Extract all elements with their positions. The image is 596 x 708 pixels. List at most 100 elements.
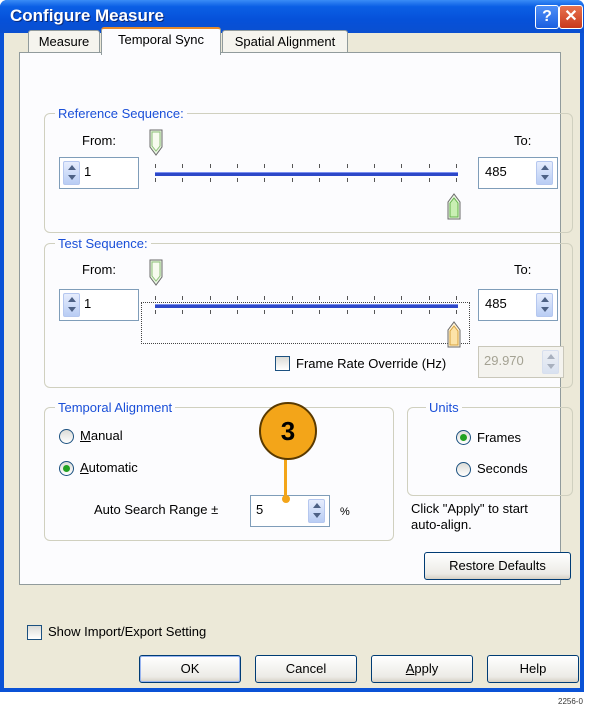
- percent-label: %: [340, 506, 350, 518]
- to-thumb-icon[interactable]: [447, 192, 461, 220]
- frame-rate-override-label: Frame Rate Override (Hz): [296, 356, 447, 371]
- reference-range-slider[interactable]: [149, 129, 461, 220]
- apply-button[interactable]: Apply: [371, 655, 473, 683]
- title-bar[interactable]: Configure Measure ? ✕: [0, 0, 584, 33]
- slider-ticks: [155, 296, 458, 316]
- slider-tick: [429, 178, 430, 182]
- tab-measure[interactable]: Measure: [28, 30, 100, 53]
- slider-tick: [429, 164, 430, 168]
- frames-radio[interactable]: [456, 430, 471, 445]
- restore-defaults-button[interactable]: Restore Defaults: [424, 552, 571, 580]
- manual-label: Manual: [80, 428, 123, 443]
- test-from-spinner[interactable]: 1: [59, 289, 139, 321]
- slider-tick: [155, 164, 156, 168]
- close-icon[interactable]: ✕: [559, 5, 583, 29]
- slider-tick: [374, 178, 375, 182]
- automatic-radio[interactable]: [59, 461, 74, 476]
- slider-tick: [264, 296, 265, 300]
- test-range-slider[interactable]: [141, 259, 470, 348]
- reference-from-spinner[interactable]: 1: [59, 157, 139, 189]
- slider-tick: [210, 164, 211, 168]
- figure-id: 2256-0: [558, 697, 583, 706]
- slider-tick: [264, 164, 265, 168]
- slider-tick: [210, 310, 211, 314]
- to-thumb-icon[interactable]: [447, 320, 461, 348]
- slider-tick: [292, 296, 293, 300]
- slider-tick: [319, 310, 320, 314]
- apply-hint-line1: Click "Apply" to start: [411, 501, 528, 516]
- ok-button[interactable]: OK: [139, 655, 241, 683]
- temporal-alignment-label: Temporal Alignment: [55, 400, 176, 415]
- tab-spatial-alignment[interactable]: Spatial Alignment: [222, 30, 348, 53]
- seconds-radio[interactable]: [456, 462, 471, 477]
- slider-tick: [456, 310, 457, 314]
- slider-tick: [401, 310, 402, 314]
- spin-arrows-icon[interactable]: [63, 293, 80, 317]
- slider-tick: [292, 164, 293, 168]
- slider-tick: [347, 296, 348, 300]
- slider-tick: [264, 178, 265, 182]
- slider-tick: [347, 310, 348, 314]
- reference-to-value: 485: [485, 164, 507, 179]
- slider-tick: [237, 164, 238, 168]
- spin-arrows-icon[interactable]: [63, 161, 80, 185]
- frame-rate-value: 29.970: [484, 353, 524, 368]
- test-to-label: To:: [514, 262, 532, 277]
- slider-tick: [347, 178, 348, 182]
- slider-tick: [210, 296, 211, 300]
- frame-rate-spinner[interactable]: 29.970: [478, 346, 564, 378]
- show-import-export-label: Show Import/Export Setting: [48, 624, 207, 639]
- slider-tick: [374, 296, 375, 300]
- frame-rate-override-checkbox[interactable]: [275, 356, 290, 371]
- slider-tick: [237, 296, 238, 300]
- test-sequence-label: Test Sequence:: [55, 236, 151, 251]
- slider-tick: [237, 178, 238, 182]
- units-label: Units: [426, 400, 462, 415]
- test-to-value: 485: [485, 296, 507, 311]
- slider-tick: [182, 164, 183, 168]
- test-from-value: 1: [84, 296, 92, 311]
- test-to-spinner[interactable]: 485: [478, 289, 558, 321]
- from-thumb-icon[interactable]: [149, 259, 163, 287]
- slider-tick: [319, 178, 320, 182]
- slider-tick: [456, 296, 457, 300]
- slider-tick: [155, 178, 156, 182]
- units-group: [407, 407, 573, 496]
- slider-tick: [155, 310, 156, 314]
- seconds-label: Seconds: [477, 461, 528, 476]
- slider-ticks: [155, 164, 458, 184]
- slider-tick: [401, 296, 402, 300]
- slider-tick: [347, 164, 348, 168]
- reference-sequence-label: Reference Sequence:: [55, 106, 187, 121]
- slider-tick: [429, 310, 430, 314]
- show-import-export-checkbox[interactable]: [27, 625, 42, 640]
- slider-tick: [155, 296, 156, 300]
- slider-tick: [319, 164, 320, 168]
- slider-tick: [456, 164, 457, 168]
- slider-tick: [292, 310, 293, 314]
- reference-to-label: To:: [514, 133, 532, 148]
- slider-tick: [264, 310, 265, 314]
- auto-search-range-spinner[interactable]: 5: [250, 495, 330, 527]
- window-title: Configure Measure: [10, 6, 164, 25]
- manual-radio[interactable]: [59, 429, 74, 444]
- apply-hint-line2: auto-align.: [411, 517, 472, 532]
- reference-from-value: 1: [84, 164, 92, 179]
- from-thumb-icon[interactable]: [149, 129, 163, 157]
- spin-arrows-icon[interactable]: [536, 161, 553, 185]
- spin-arrows-icon[interactable]: [536, 293, 553, 317]
- slider-tick: [319, 296, 320, 300]
- frames-label: Frames: [477, 430, 522, 445]
- slider-tick: [374, 310, 375, 314]
- slider-tick: [401, 178, 402, 182]
- callout-dot: [282, 495, 290, 503]
- spin-arrows-icon[interactable]: [308, 499, 325, 523]
- help-title-button[interactable]: ?: [535, 5, 559, 29]
- tab-temporal-sync[interactable]: Temporal Sync: [101, 27, 221, 55]
- cancel-button[interactable]: Cancel: [255, 655, 357, 683]
- callout-connector: [284, 458, 287, 499]
- spin-arrows-icon[interactable]: [542, 350, 559, 374]
- slider-tick: [292, 178, 293, 182]
- reference-to-spinner[interactable]: 485: [478, 157, 558, 189]
- help-button[interactable]: Help: [487, 655, 579, 683]
